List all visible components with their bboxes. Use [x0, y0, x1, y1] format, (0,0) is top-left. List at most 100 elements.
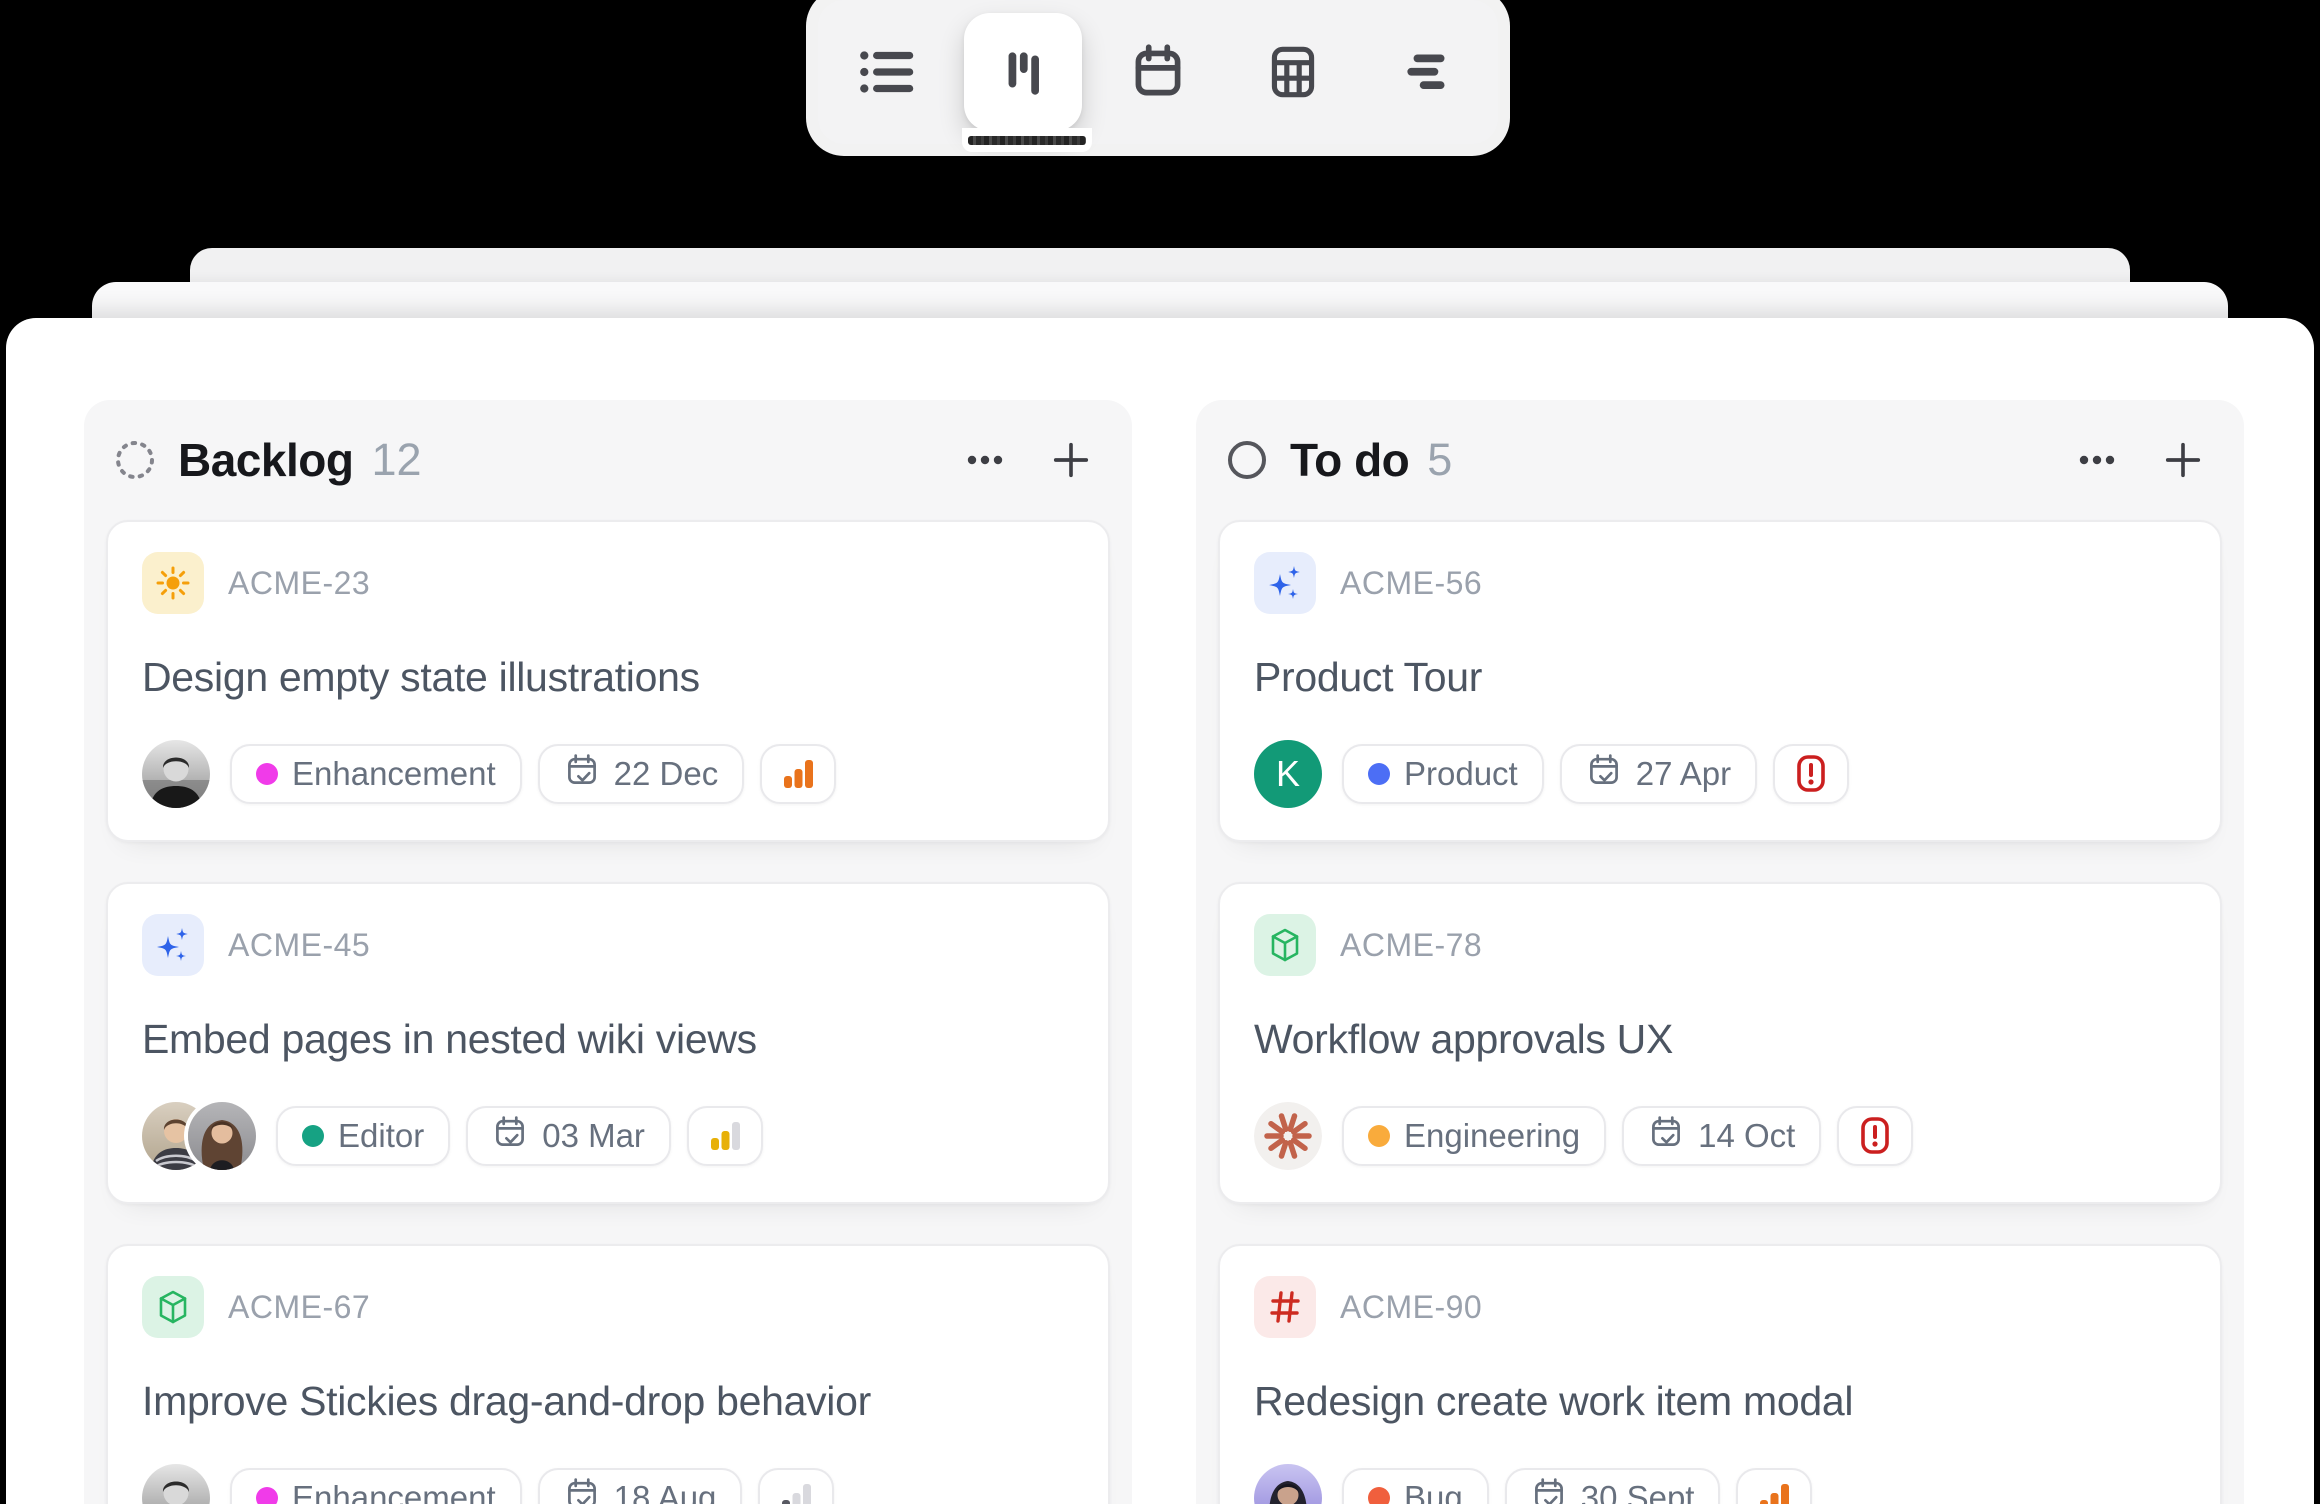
avatar-photo-man-bw: [142, 740, 210, 808]
due-date-chip[interactable]: 30 Sept: [1505, 1468, 1721, 1504]
due-date-chip[interactable]: 18 Aug: [538, 1468, 743, 1504]
calendar-check-icon: [564, 1476, 600, 1504]
label-chip[interactable]: Product: [1342, 744, 1544, 804]
task-key-row: ACME-90: [1254, 1276, 2186, 1338]
priority-chip[interactable]: [1837, 1106, 1913, 1166]
task-card[interactable]: ACME-56 Product Tour K Product 27 Apr: [1218, 520, 2222, 842]
hash-icon: [1254, 1276, 1316, 1338]
filter-view-button[interactable]: [1369, 13, 1487, 131]
screen: Backlog 12 ACME-23 Design empty state il…: [0, 0, 2320, 1504]
column-title: Backlog: [178, 433, 353, 487]
board-icon: [990, 39, 1056, 105]
due-date-chip[interactable]: 27 Apr: [1560, 744, 1757, 804]
label-text: Enhancement: [292, 755, 496, 793]
task-key: ACME-56: [1340, 565, 1482, 602]
list-view-button[interactable]: [829, 13, 947, 131]
due-date-chip[interactable]: 14 Oct: [1622, 1106, 1821, 1166]
label-color-dot: [1368, 763, 1390, 785]
label-color-dot: [302, 1125, 324, 1147]
board-column: Backlog 12 ACME-23 Design empty state il…: [84, 400, 1132, 1504]
priority-chip[interactable]: [760, 744, 836, 804]
due-date-text: 14 Oct: [1698, 1117, 1795, 1155]
calendar-view-button[interactable]: [1099, 13, 1217, 131]
calendar-check-icon: [492, 1114, 528, 1158]
tooltip-smudge: [968, 136, 1086, 145]
task-card[interactable]: ACME-78 Workflow approvals UX Engineerin…: [1218, 882, 2222, 1204]
label-text: Bug: [1404, 1479, 1463, 1504]
sparkles-icon: [142, 914, 204, 976]
board-view-button[interactable]: [964, 13, 1082, 131]
tooltip-artifact: [962, 128, 1092, 152]
priority-high-bars-icon: [777, 753, 819, 795]
backlog-icon: [112, 437, 158, 483]
avatar-photo-man-bw: [142, 1464, 210, 1504]
assignee-avatars: [142, 1102, 256, 1170]
table-view-button[interactable]: [1234, 13, 1352, 131]
column-header: Backlog 12: [84, 400, 1132, 514]
priority-low-bars-icon: [775, 1477, 817, 1504]
ellipsis-icon: [962, 437, 1008, 483]
column-actions: [2074, 437, 2204, 483]
task-key: ACME-45: [228, 927, 370, 964]
avatar-photo-woman-color: [188, 1102, 256, 1170]
task-card[interactable]: ACME-23 Design empty state illustrations…: [106, 520, 1110, 842]
column-add-button[interactable]: [1050, 439, 1092, 481]
view-switcher-toolbar: [818, 0, 1498, 144]
board-panel: Backlog 12 ACME-23 Design empty state il…: [6, 318, 2314, 1504]
priority-chip[interactable]: [687, 1106, 763, 1166]
todo-icon: [1224, 437, 1270, 483]
assignee-avatars: [142, 1464, 210, 1504]
task-footer: K Product 27 Apr: [1254, 740, 2186, 808]
due-date-chip[interactable]: 22 Dec: [538, 744, 745, 804]
assignee-avatars: K: [1254, 740, 1322, 808]
task-key-row: ACME-23: [142, 552, 1074, 614]
ellipsis-icon: [2074, 437, 2120, 483]
column-header: To do 5: [1196, 400, 2244, 514]
task-key: ACME-78: [1340, 927, 1482, 964]
label-chip[interactable]: Engineering: [1342, 1106, 1606, 1166]
task-card[interactable]: ACME-90 Redesign create work item modal …: [1218, 1244, 2222, 1504]
priority-chip[interactable]: [1773, 744, 1849, 804]
due-date-text: 27 Apr: [1636, 755, 1731, 793]
priority-high-bars-icon: [1753, 1477, 1795, 1504]
task-card[interactable]: ACME-45 Embed pages in nested wiki views…: [106, 882, 1110, 1204]
task-key-row: ACME-45: [142, 914, 1074, 976]
label-color-dot: [1368, 1487, 1390, 1504]
label-chip[interactable]: Enhancement: [230, 1468, 522, 1504]
avatar-initial: K: [1254, 740, 1322, 808]
priority-chip[interactable]: [1736, 1468, 1812, 1504]
label-chip[interactable]: Enhancement: [230, 744, 522, 804]
table-icon: [1260, 39, 1326, 105]
calendar-check-icon: [564, 752, 600, 796]
plus-icon: [2162, 439, 2204, 481]
filter-icon: [1395, 39, 1461, 105]
task-footer: Enhancement 22 Dec: [142, 740, 1074, 808]
task-key-row: ACME-56: [1254, 552, 2186, 614]
assignee-avatars: [1254, 1102, 1322, 1170]
label-text: Engineering: [1404, 1117, 1580, 1155]
due-date-text: 30 Sept: [1581, 1479, 1695, 1504]
label-chip[interactable]: Bug: [1342, 1468, 1489, 1504]
cube-icon: [1254, 914, 1316, 976]
calendar-check-icon: [1531, 1476, 1567, 1504]
task-title: Design empty state illustrations: [142, 654, 1074, 701]
priority-chip[interactable]: [758, 1468, 834, 1504]
task-footer: Editor 03 Mar: [142, 1102, 1074, 1170]
plus-icon: [1050, 439, 1092, 481]
assignee-avatars: [142, 740, 210, 808]
task-card[interactable]: ACME-67 Improve Stickies drag-and-drop b…: [106, 1244, 1110, 1504]
avatar-logo-starburst: [1254, 1102, 1322, 1170]
column-more-button[interactable]: [962, 437, 1008, 483]
avatar-photo-woman-purple: [1254, 1464, 1322, 1504]
task-footer: Bug 30 Sept: [1254, 1464, 2186, 1504]
column-add-button[interactable]: [2162, 439, 2204, 481]
due-date-text: 22 Dec: [614, 755, 719, 793]
due-date-chip[interactable]: 03 Mar: [466, 1106, 671, 1166]
label-text: Product: [1404, 755, 1518, 793]
task-footer: Enhancement 18 Aug: [142, 1464, 1074, 1504]
task-key-row: ACME-67: [142, 1276, 1074, 1338]
due-date-text: 03 Mar: [542, 1117, 645, 1155]
label-text: Enhancement: [292, 1479, 496, 1504]
label-chip[interactable]: Editor: [276, 1106, 450, 1166]
column-more-button[interactable]: [2074, 437, 2120, 483]
